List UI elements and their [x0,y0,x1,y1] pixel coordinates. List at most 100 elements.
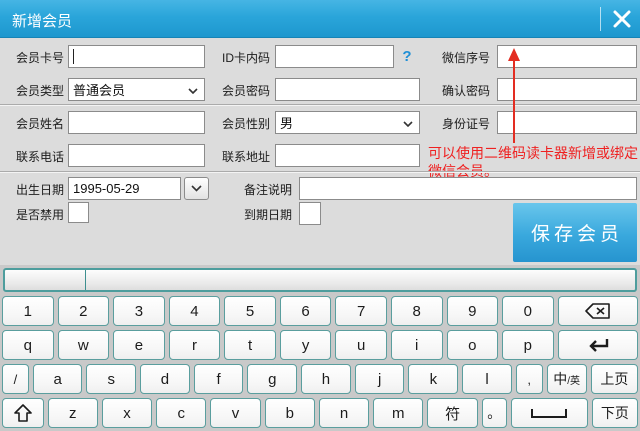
id-card-label: ID卡内码 [210,49,270,66]
key-4[interactable]: 4 [169,296,221,326]
address-label: 联系地址 [210,148,270,165]
gender-select[interactable]: 男 [275,111,420,134]
gender-label: 会员性别 [210,115,270,132]
birth-date-label: 出生日期 [4,181,64,198]
key-j[interactable]: j [355,364,405,394]
backspace-icon [585,303,611,319]
birth-date-value: 1995-05-29 [73,181,140,196]
chevron-down-icon [403,121,413,127]
member-password-input[interactable] [275,78,420,101]
key-6[interactable]: 6 [280,296,332,326]
disabled-label: 是否禁用 [4,206,64,223]
id-card-input[interactable] [275,45,394,68]
disabled-checkbox[interactable] [68,202,89,223]
chevron-down-icon [191,185,202,192]
key-x[interactable]: x [102,398,152,428]
member-card-input[interactable] [68,45,205,68]
key-2[interactable]: 2 [58,296,110,326]
key-t[interactable]: t [224,330,276,360]
key-o[interactable]: o [447,330,499,360]
lang-zh-label: 中 [553,369,567,389]
key-m[interactable]: m [373,398,423,428]
help-button[interactable]: ? [395,45,419,68]
keyboard-row-4: z x c v b n m 符 。 下页 [2,398,638,428]
id-number-input[interactable] [497,111,637,134]
key-l[interactable]: l [462,364,512,394]
birth-date-input[interactable]: 1995-05-29 [68,177,181,200]
member-name-label: 会员姓名 [4,115,64,132]
key-b[interactable]: b [265,398,315,428]
member-type-value: 普通会员 [73,80,125,99]
address-input[interactable] [275,144,420,167]
key-v[interactable]: v [210,398,260,428]
key-slash[interactable]: / [2,364,29,394]
keyboard-preview-input[interactable] [3,268,637,292]
period-key[interactable]: 。 [482,398,507,428]
title-bar: 新增会员 [0,0,640,38]
key-d[interactable]: d [140,364,190,394]
key-3[interactable]: 3 [113,296,165,326]
key-s[interactable]: s [86,364,136,394]
key-g[interactable]: g [247,364,297,394]
key-8[interactable]: 8 [391,296,443,326]
confirm-password-label: 确认密码 [430,82,490,99]
keyboard-row-1: 1 2 3 4 5 6 7 8 9 0 [2,296,638,326]
key-f[interactable]: f [194,364,244,394]
member-form: 会员卡号 ID卡内码 ? 微信序号 会员类型 普通会员 会员密码 确认密码 会员… [0,39,640,265]
key-p[interactable]: p [502,330,554,360]
member-password-label: 会员密码 [210,82,270,99]
key-u[interactable]: u [335,330,387,360]
key-1[interactable]: 1 [2,296,54,326]
section-divider [0,171,640,173]
notes-input[interactable] [299,177,637,200]
member-name-input[interactable] [68,111,205,134]
id-number-label: 身份证号 [430,115,490,132]
birth-date-dropdown-button[interactable] [184,177,209,200]
onscreen-keyboard: 1 2 3 4 5 6 7 8 9 0 q w e r t y u i o p [0,265,640,431]
enter-key[interactable] [558,330,638,360]
symbols-key[interactable]: 符 [427,398,477,428]
key-k[interactable]: k [408,364,458,394]
key-q[interactable]: q [2,330,54,360]
phone-input[interactable] [68,144,205,167]
key-r[interactable]: r [169,330,221,360]
key-w[interactable]: w [58,330,110,360]
key-0[interactable]: 0 [502,296,554,326]
key-i[interactable]: i [391,330,443,360]
language-toggle-key[interactable]: 中/英 [547,364,587,394]
close-button[interactable] [604,0,640,38]
key-comma[interactable]: , [516,364,543,394]
chevron-down-icon [188,88,198,94]
key-9[interactable]: 9 [447,296,499,326]
key-n[interactable]: n [319,398,369,428]
key-a[interactable]: a [33,364,83,394]
member-type-label: 会员类型 [4,82,64,99]
notes-label: 备注说明 [232,181,292,198]
keyboard-row-2: q w e r t y u i o p [2,330,638,360]
prev-page-key[interactable]: 上页 [591,364,638,394]
enter-icon [586,337,610,353]
expiry-date-input[interactable] [299,202,321,225]
key-z[interactable]: z [48,398,98,428]
question-mark-icon: ? [402,48,411,65]
save-member-button[interactable]: 保存会员 [513,203,637,262]
backspace-key[interactable] [558,296,638,326]
key-h[interactable]: h [301,364,351,394]
confirm-password-input[interactable] [497,78,637,101]
key-e[interactable]: e [113,330,165,360]
key-c[interactable]: c [156,398,206,428]
annotation-arrow-head [508,48,520,61]
gender-value: 男 [280,113,293,132]
expiry-date-label: 到期日期 [232,206,292,223]
next-page-key[interactable]: 下页 [592,398,638,428]
space-key[interactable] [511,398,588,428]
keyboard-row-3: / a s d f g h j k l , 中/英 上页 [2,364,638,394]
wechat-serial-label: 微信序号 [430,49,490,66]
member-type-select[interactable]: 普通会员 [68,78,205,101]
section-divider [0,104,640,106]
key-y[interactable]: y [280,330,332,360]
key-5[interactable]: 5 [224,296,276,326]
key-7[interactable]: 7 [335,296,387,326]
save-member-label: 保存会员 [531,219,623,246]
shift-key[interactable] [2,398,44,428]
